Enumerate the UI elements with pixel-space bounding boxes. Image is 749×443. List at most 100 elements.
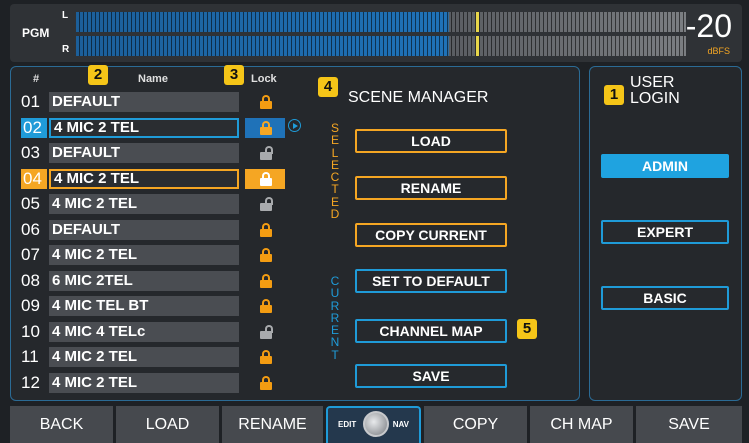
lock-toggle[interactable]: [245, 168, 285, 189]
meter-bar-left: [76, 12, 686, 32]
save-key[interactable]: SAVE: [636, 406, 742, 443]
badge-2: 2: [88, 65, 108, 85]
scene-name[interactable]: 4 MIC 2 TEL: [49, 168, 239, 189]
lock-icon: [260, 171, 272, 186]
lock-toggle[interactable]: [245, 373, 285, 393]
scene-number: 02: [21, 117, 47, 138]
table-row[interactable]: 06 DEFAULT: [17, 219, 321, 241]
user-login-title-line1: USER: [630, 74, 675, 91]
scene-name[interactable]: DEFAULT: [49, 219, 239, 240]
ch-map-key[interactable]: CH MAP: [530, 406, 633, 443]
lock-toggle[interactable]: [245, 117, 285, 138]
edit-nav-knob[interactable]: EDIT NAV: [326, 406, 421, 443]
user-login-title: USER LOGIN: [630, 75, 680, 107]
unlock-icon: [260, 197, 273, 211]
lock-toggle[interactable]: [245, 220, 285, 240]
meter-bar-right: [76, 36, 686, 56]
lock-icon: [260, 350, 272, 364]
table-row[interactable]: 12 4 MIC 2 TEL: [17, 372, 321, 394]
scene-name[interactable]: DEFAULT: [49, 92, 239, 112]
scene-number: 10: [21, 321, 40, 341]
badge-3: 3: [224, 65, 244, 85]
edit-label: EDIT: [338, 420, 357, 429]
col-header-lock: Lock: [251, 73, 277, 85]
selected-vertical-label: SELECTED: [330, 121, 340, 222]
set-to-default-button[interactable]: SET TO DEFAULT: [355, 269, 507, 293]
unlock-icon: [260, 146, 273, 160]
table-row[interactable]: 10 4 MIC 4 TELc: [17, 321, 321, 343]
load-key[interactable]: LOAD: [116, 406, 219, 443]
scene-name[interactable]: 4 MIC 2 TEL: [49, 347, 239, 367]
scene-name[interactable]: 4 MIC 2 TEL: [49, 194, 239, 214]
scene-number: 04: [21, 168, 47, 189]
rename-key[interactable]: RENAME: [222, 406, 323, 443]
load-scene-button[interactable]: LOAD: [355, 129, 507, 153]
rename-scene-button[interactable]: RENAME: [355, 176, 507, 200]
lock-toggle[interactable]: [245, 92, 285, 112]
scene-name[interactable]: DEFAULT: [49, 143, 239, 163]
expert-button[interactable]: EXPERT: [601, 220, 729, 244]
play-icon[interactable]: [288, 119, 301, 132]
scene-name[interactable]: 6 MIC 2TEL: [49, 270, 239, 291]
table-row[interactable]: 03 DEFAULT: [17, 142, 321, 164]
scene-number: 03: [21, 143, 40, 162]
lock-toggle[interactable]: [245, 322, 285, 342]
lock-icon: [260, 120, 272, 135]
lock-toggle[interactable]: [245, 143, 285, 163]
lock-toggle[interactable]: [245, 194, 285, 214]
lock-icon: [260, 273, 272, 288]
lock-toggle[interactable]: [245, 296, 285, 316]
table-row[interactable]: 07 4 MIC 2 TEL: [17, 244, 321, 266]
table-row[interactable]: 05 4 MIC 2 TEL: [17, 193, 321, 215]
nav-label: NAV: [392, 420, 409, 429]
meter-channel-left: L: [62, 10, 69, 21]
scene-number: 06: [21, 219, 40, 239]
scene-name[interactable]: 4 MIC 2 TEL: [49, 372, 239, 393]
scene-name[interactable]: 4 MIC 4 TELc: [49, 321, 239, 342]
basic-button[interactable]: BASIC: [601, 286, 729, 310]
lock-toggle[interactable]: [245, 245, 285, 265]
scene-number: 11: [21, 347, 39, 366]
meter-value: -20: [685, 8, 732, 44]
scene-manager-title: SCENE MANAGER: [348, 89, 489, 106]
unlock-icon: [260, 324, 273, 339]
admin-button[interactable]: ADMIN: [601, 154, 729, 178]
meter-peak-right: [476, 36, 479, 56]
table-row[interactable]: 01 DEFAULT: [17, 91, 321, 113]
copy-current-button[interactable]: COPY CURRENT: [355, 223, 507, 247]
lock-icon: [260, 95, 272, 109]
scene-number: 08: [21, 270, 40, 290]
lock-icon: [260, 248, 272, 262]
badge-1: 1: [604, 85, 624, 105]
table-row[interactable]: 09 4 MIC TEL BT: [17, 295, 321, 317]
meter-unit: dBFS: [707, 46, 730, 56]
scene-name[interactable]: 4 MIC TEL BT: [49, 296, 239, 316]
lock-toggle[interactable]: [245, 347, 285, 367]
current-vertical-label: CURRENT: [330, 274, 340, 362]
table-row[interactable]: 04 4 MIC 2 TEL: [17, 168, 321, 190]
copy-key[interactable]: COPY: [424, 406, 527, 443]
save-scene-button[interactable]: SAVE: [355, 364, 507, 388]
lock-icon: [260, 222, 272, 237]
lock-toggle[interactable]: [245, 271, 285, 291]
back-key[interactable]: BACK: [10, 406, 113, 443]
knob-icon[interactable]: [363, 411, 389, 437]
table-row[interactable]: 02 4 MIC 2 TEL: [17, 117, 321, 139]
lock-icon: [260, 375, 272, 390]
scene-number: 01: [21, 92, 40, 111]
scene-number: 05: [21, 194, 40, 213]
meter-label: PGM: [22, 26, 50, 40]
col-header-name: Name: [138, 73, 168, 85]
meter-peak-left: [476, 12, 479, 32]
channel-map-button[interactable]: CHANNEL MAP: [355, 319, 507, 343]
scene-number: 09: [21, 296, 40, 315]
table-row[interactable]: 11 4 MIC 2 TEL: [17, 346, 321, 368]
badge-4: 4: [318, 77, 338, 97]
scene-number: 12: [21, 372, 40, 392]
lock-icon: [260, 299, 272, 313]
scene-name[interactable]: 4 MIC 2 TEL: [49, 117, 239, 138]
meter-channel-right: R: [62, 44, 70, 55]
scene-name[interactable]: 4 MIC 2 TEL: [49, 245, 239, 265]
table-row[interactable]: 08 6 MIC 2TEL: [17, 270, 321, 292]
user-login-panel: 1 USER LOGIN ADMIN EXPERT BASIC: [589, 66, 742, 401]
